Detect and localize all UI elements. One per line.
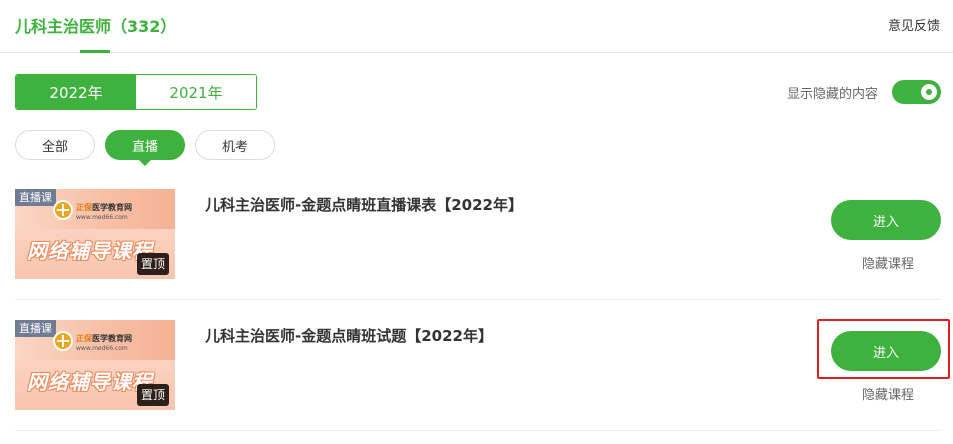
page-header: 儿科主治医师（332） 意见反馈	[0, 0, 953, 53]
thumbnail-url: www.med66.com	[76, 214, 128, 221]
live-course-tag: 直播课	[15, 189, 56, 206]
thumbnail-brand: 正保医学教育网	[76, 203, 132, 212]
tab-year-2022[interactable]: 2022年	[16, 75, 136, 109]
show-hidden-control: 显示隐藏的内容	[787, 80, 941, 104]
brand-logo-icon	[53, 331, 73, 351]
course-list-page: 儿科主治医师（332） 意见反馈 2022年 2021年 显示隐藏的内容 全部 …	[0, 0, 953, 444]
hide-course-link[interactable]: 隐藏课程	[862, 384, 914, 403]
filter-all[interactable]: 全部	[15, 130, 95, 160]
brand-logo-icon	[53, 200, 73, 220]
hide-course-link[interactable]: 隐藏课程	[862, 253, 914, 272]
live-course-tag: 直播课	[15, 320, 56, 337]
course-thumbnail[interactable]: 直播课 正保医学教育网 www.med66.com 网络辅导课程 置顶	[15, 320, 175, 410]
course-title[interactable]: 儿科主治医师-金题点睛班直播课表【2022年】	[205, 194, 525, 216]
year-tabs: 2022年 2021年	[15, 74, 257, 110]
filter-exam[interactable]: 机考	[195, 130, 275, 160]
thumbnail-banner: 网络辅导课程	[27, 370, 153, 394]
enter-button[interactable]: 进入	[831, 200, 941, 240]
show-hidden-label: 显示隐藏的内容	[786, 86, 878, 102]
toggle-knob	[921, 84, 937, 100]
thumbnail-brand: 正保医学教育网	[76, 334, 132, 343]
filter-pills: 全部 直播 机考	[15, 130, 285, 166]
course-row: 直播课 正保医学教育网 www.med66.com 网络辅导课程 置顶 儿科主治…	[15, 169, 941, 300]
highlight-annotation-box	[817, 319, 950, 379]
show-hidden-toggle[interactable]	[892, 80, 941, 104]
course-row: 直播课 正保医学教育网 www.med66.com 网络辅导课程 置顶 儿科主治…	[15, 300, 941, 431]
tab-year-2021[interactable]: 2021年	[136, 75, 256, 109]
course-title[interactable]: 儿科主治医师-金题点睛班试题【2022年】	[205, 325, 525, 347]
filter-live[interactable]: 直播	[105, 130, 185, 166]
pinned-badge: 置顶	[136, 384, 169, 406]
page-title: 儿科主治医师（332）	[15, 17, 177, 36]
thumbnail-url: www.med66.com	[76, 345, 128, 352]
title-underline	[80, 50, 110, 53]
feedback-link[interactable]: 意见反馈	[888, 15, 940, 34]
thumbnail-banner: 网络辅导课程	[27, 239, 153, 263]
course-thumbnail[interactable]: 直播课 正保医学教育网 www.med66.com 网络辅导课程 置顶	[15, 189, 175, 279]
pinned-badge: 置顶	[136, 253, 169, 275]
